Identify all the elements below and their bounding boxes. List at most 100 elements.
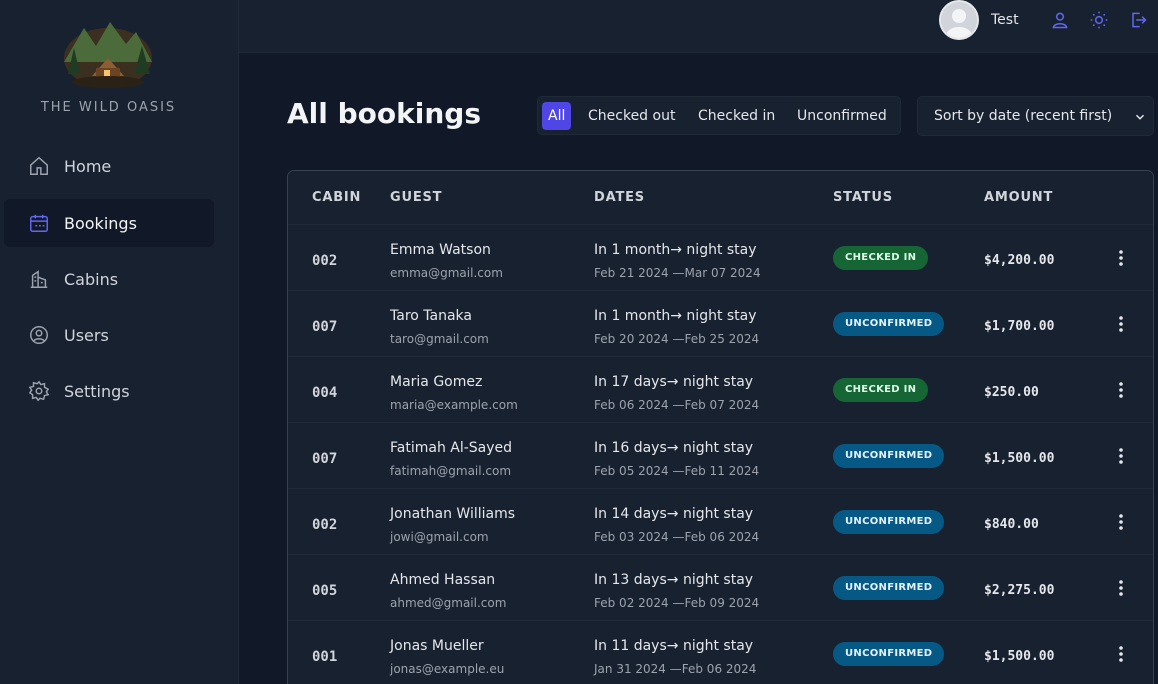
guest-email: jowi@gmail.com — [390, 530, 489, 544]
guest-name: Fatimah Al-Sayed — [390, 440, 513, 456]
logout-icon[interactable] — [1128, 10, 1148, 30]
guest-name: Maria Gomez — [390, 374, 483, 390]
sidebar-item-label: Cabins — [64, 269, 119, 289]
booking-amount: $250.00 — [984, 385, 1039, 400]
gear-icon — [28, 380, 50, 402]
brand-name: THE WILD OASIS — [40, 100, 177, 115]
more-vertical-icon[interactable] — [1114, 512, 1128, 532]
cabin-number: 002 — [312, 517, 338, 533]
more-vertical-icon[interactable] — [1114, 578, 1128, 598]
cabin-number: 007 — [312, 451, 338, 467]
sidebar-item-settings[interactable]: Settings — [4, 367, 214, 415]
guest-name: Taro Tanaka — [390, 308, 472, 324]
status-badge: CHECKED IN — [833, 246, 929, 270]
table-row: 001 Jonas Mueller jonas@example.eu In 11… — [288, 621, 1153, 684]
more-vertical-icon[interactable] — [1114, 248, 1128, 268]
sidebar-item-label: Home — [64, 156, 112, 176]
table-row: 002 Emma Watson emma@gmail.com In 1 mont… — [288, 225, 1153, 291]
stay-summary: In 1 month→ night stay — [594, 242, 757, 258]
sort-selected-value: Sort by date (recent first) — [934, 108, 1113, 124]
status-badge: UNCONFIRMED — [833, 444, 945, 468]
sidebar-item-users[interactable]: Users — [4, 311, 214, 359]
sidebar-item-label: Bookings — [64, 213, 137, 233]
date-range: Feb 06 2024 —Feb 07 2024 — [594, 398, 760, 412]
sidebar-item-cabins[interactable]: Cabins — [4, 255, 214, 303]
guest-email: emma@gmail.com — [390, 266, 503, 280]
guest-email: fatimah@gmail.com — [390, 464, 512, 478]
status-badge: UNCONFIRMED — [833, 510, 945, 534]
more-vertical-icon[interactable] — [1114, 446, 1128, 466]
table-header: CABIN GUEST DATES STATUS AMOUNT — [288, 171, 1153, 225]
date-range: Feb 05 2024 —Feb 11 2024 — [594, 464, 760, 478]
stay-summary: In 17 days→ night stay — [594, 374, 754, 390]
cabins-icon — [30, 270, 48, 288]
column-header-guest: GUEST — [390, 190, 443, 205]
guest-email: jonas@example.eu — [390, 662, 505, 676]
page-title: All bookings — [287, 97, 481, 130]
table-row: 007 Fatimah Al-Sayed fatimah@gmail.com I… — [288, 423, 1153, 489]
date-range: Jan 31 2024 —Feb 06 2024 — [594, 662, 757, 676]
date-range: Feb 03 2024 —Feb 06 2024 — [594, 530, 760, 544]
stay-summary: In 14 days→ night stay — [594, 506, 754, 522]
stay-summary: In 1 month→ night stay — [594, 308, 757, 324]
guest-email: taro@gmail.com — [390, 332, 489, 346]
chevron-down-icon — [1135, 114, 1145, 120]
guest-name: Ahmed Hassan — [390, 572, 496, 588]
cabin-number: 002 — [312, 253, 338, 269]
cabin-number: 004 — [312, 385, 338, 401]
top-header: Test — [239, 0, 1158, 53]
more-vertical-icon[interactable] — [1114, 644, 1128, 664]
status-filter: All Checked out Checked in Unconfirmed — [537, 96, 901, 135]
booking-amount: $840.00 — [984, 517, 1039, 532]
table-row: 004 Maria Gomez maria@example.com In 17 … — [288, 357, 1153, 423]
username: Test — [991, 12, 1019, 28]
status-badge: UNCONFIRMED — [833, 576, 945, 600]
more-vertical-icon[interactable] — [1114, 380, 1128, 400]
logo — [60, 18, 156, 88]
user-icon[interactable] — [1050, 10, 1070, 30]
table-row: 007 Taro Tanaka taro@gmail.com In 1 mont… — [288, 291, 1153, 357]
bookings-table: CABIN GUEST DATES STATUS AMOUNT 002 Emma… — [287, 170, 1154, 684]
status-badge: CHECKED IN — [833, 378, 929, 402]
sidebar-item-home[interactable]: Home — [4, 142, 214, 190]
booking-amount: $1,700.00 — [984, 319, 1055, 334]
column-header-dates: DATES — [594, 190, 645, 205]
filter-all-button[interactable]: All — [542, 102, 572, 130]
status-badge: UNCONFIRMED — [833, 312, 945, 336]
sidebar: THE WILD OASIS Home Bookings Cabins User… — [0, 0, 239, 684]
column-header-status: STATUS — [833, 190, 893, 205]
table-row: 005 Ahmed Hassan ahmed@gmail.com In 13 d… — [288, 555, 1153, 621]
date-range: Feb 20 2024 —Feb 25 2024 — [594, 332, 760, 346]
sidebar-item-label: Settings — [64, 381, 130, 401]
sun-icon[interactable] — [1089, 10, 1109, 30]
home-icon — [30, 156, 48, 175]
booking-amount: $2,275.00 — [984, 583, 1055, 598]
filter-unconfirmed-button[interactable]: Unconfirmed — [791, 102, 893, 130]
guest-name: Jonathan Williams — [390, 506, 516, 522]
column-header-amount: AMOUNT — [984, 190, 1054, 205]
cabin-number: 005 — [312, 583, 338, 599]
booking-amount: $1,500.00 — [984, 649, 1055, 664]
avatar-icon — [941, 2, 977, 38]
booking-amount: $4,200.00 — [984, 253, 1055, 268]
users-icon — [30, 326, 48, 344]
stay-summary: In 11 days→ night stay — [594, 638, 754, 654]
status-badge: UNCONFIRMED — [833, 642, 945, 666]
column-header-cabin: CABIN — [312, 190, 362, 205]
stay-summary: In 16 days→ night stay — [594, 440, 754, 456]
more-vertical-icon[interactable] — [1114, 314, 1128, 334]
sort-select[interactable]: Sort by date (recent first) — [917, 96, 1154, 136]
guest-email: maria@example.com — [390, 398, 518, 412]
cabin-number: 001 — [312, 649, 338, 665]
calendar-icon — [30, 214, 48, 232]
sidebar-item-bookings[interactable]: Bookings — [4, 199, 214, 247]
guest-name: Emma Watson — [390, 242, 491, 258]
date-range: Feb 21 2024 —Mar 07 2024 — [594, 266, 761, 280]
filter-checked-out-button[interactable]: Checked out — [582, 102, 681, 130]
avatar[interactable] — [939, 0, 979, 40]
filter-checked-in-button[interactable]: Checked in — [692, 102, 781, 130]
date-range: Feb 02 2024 —Feb 09 2024 — [594, 596, 760, 610]
sidebar-item-label: Users — [64, 325, 109, 345]
guest-name: Jonas Mueller — [390, 638, 484, 654]
booking-amount: $1,500.00 — [984, 451, 1055, 466]
